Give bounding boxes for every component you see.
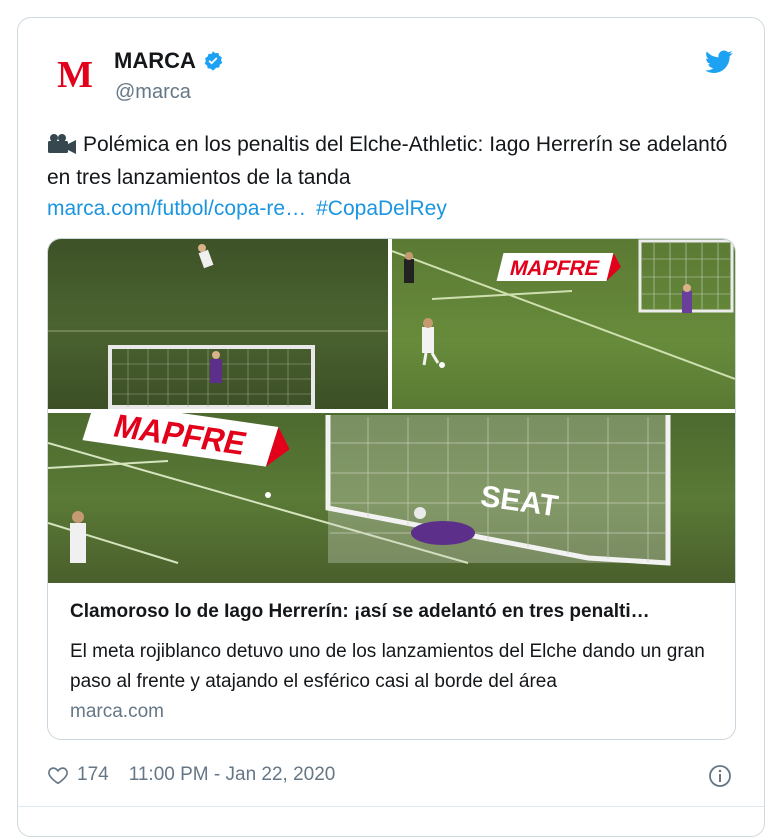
tweet-link[interactable]: marca.com/futbol/copa-re… [47, 197, 306, 220]
author-name-text[interactable]: MARCA [114, 48, 196, 74]
penalty-scene-1 [48, 244, 388, 409]
preview-image-1 [48, 239, 388, 409]
tweet-text-content: Polémica en los penaltis del Elche-Athle… [47, 133, 728, 189]
tweet-links: marca.com/futbol/copa-re… #CopaDelRey [47, 194, 457, 224]
svg-text:MAPFRE: MAPFRE [507, 256, 602, 280]
penalty-scene-2: MAPFRE [392, 239, 735, 380]
tweet-text: Polémica en los penaltis del Elche-Athle… [47, 128, 737, 194]
divider [18, 806, 764, 807]
tweet-timestamp[interactable]: 11:00 PM - Jan 22, 2020 [129, 764, 336, 786]
marca-logo-icon: M [57, 54, 93, 94]
preview-image-3: MAPFRE SEAT [48, 413, 735, 583]
heart-icon[interactable] [47, 764, 69, 786]
info-icon[interactable] [708, 764, 732, 788]
card-description: El meta rojiblanco detuvo uno de los lan… [70, 641, 705, 692]
svg-text:M: M [57, 54, 93, 94]
link-preview-card[interactable]: MAPFRE MAPFRE SEAT Clamoroso lo de Iago … [47, 238, 736, 740]
tweet-footer: 174 11:00 PM - Jan 22, 2020 [47, 764, 335, 786]
author-handle[interactable]: @marca [115, 81, 191, 104]
like-count[interactable]: 174 [77, 764, 109, 786]
video-camera-icon [48, 134, 76, 154]
twitter-logo-icon[interactable] [705, 50, 733, 74]
verified-icon [204, 51, 223, 71]
preview-image-2: MAPFRE [392, 239, 735, 409]
card-domain: marca.com [70, 701, 164, 722]
tweet-hashtag[interactable]: #CopaDelRey [316, 197, 447, 220]
penalty-scene-3: MAPFRE SEAT [48, 413, 671, 566]
avatar[interactable]: M [49, 48, 101, 100]
author-name[interactable]: MARCA [114, 48, 224, 74]
card-title[interactable]: Clamoroso lo de Iago Herrerín: ¡así se a… [70, 601, 710, 623]
